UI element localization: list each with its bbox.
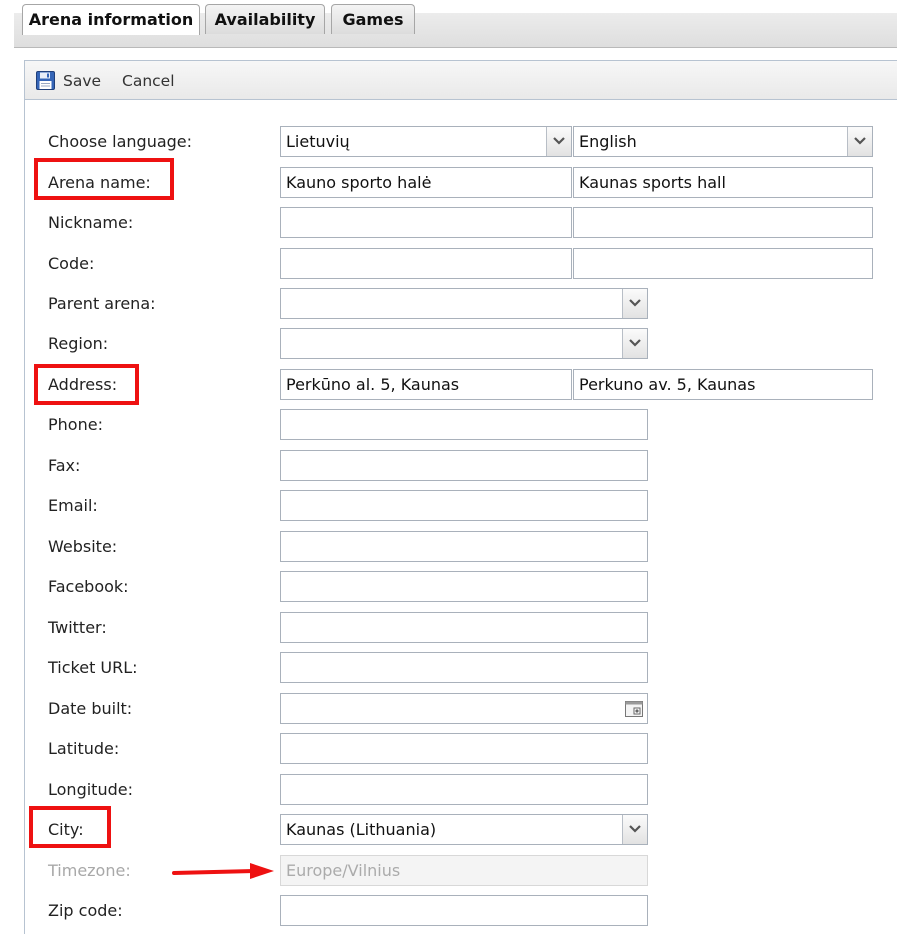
zip-code-input[interactable] <box>280 895 648 926</box>
city-select[interactable]: Kaunas (Lithuania) <box>280 814 648 845</box>
city-value: Kaunas (Lithuania) <box>286 820 437 839</box>
arena-name-input-secondary[interactable]: Kaunas sports hall <box>573 167 873 198</box>
address-input-primary[interactable]: Perkūno al. 5, Kaunas <box>280 369 572 400</box>
website-input[interactable] <box>280 531 648 562</box>
save-label: Save <box>63 72 102 90</box>
parent-arena-select[interactable] <box>280 288 648 319</box>
latitude-label: Latitude: <box>48 739 120 758</box>
nickname-label: Nickname: <box>48 213 134 232</box>
tab-games[interactable]: Games <box>331 4 415 34</box>
phone-label: Phone: <box>48 415 103 434</box>
longitude-input[interactable] <box>280 774 648 805</box>
zip-code-label: Zip code: <box>48 901 123 920</box>
chevron-down-icon[interactable] <box>546 127 571 156</box>
twitter-label: Twitter: <box>48 618 107 637</box>
chevron-down-icon[interactable] <box>622 289 647 318</box>
cancel-label: Cancel <box>122 72 175 90</box>
code-label: Code: <box>48 254 95 273</box>
arena-name-input-primary[interactable]: Kauno sporto halė <box>280 167 572 198</box>
website-label: Website: <box>48 537 118 556</box>
toolbar: Save Cancel <box>24 60 897 100</box>
ticket-url-label: Ticket URL: <box>48 658 138 677</box>
save-button[interactable]: Save <box>25 61 105 99</box>
date-built-input[interactable] <box>280 693 648 724</box>
phone-input[interactable] <box>280 409 648 440</box>
latitude-input[interactable] <box>280 733 648 764</box>
code-input-primary[interactable] <box>280 248 572 279</box>
city-highlight <box>29 806 111 848</box>
parent-arena-label: Parent arena: <box>48 294 156 313</box>
arena-name-highlight <box>34 158 174 200</box>
fax-input[interactable] <box>280 450 648 481</box>
tab-availability[interactable]: Availability <box>205 4 325 34</box>
choose-language-label: Choose language: <box>48 132 193 151</box>
chevron-down-icon[interactable] <box>847 127 872 156</box>
timezone-input: Europe/Vilnius <box>280 855 648 886</box>
region-label: Region: <box>48 334 109 353</box>
twitter-input[interactable] <box>280 612 648 643</box>
address-highlight <box>34 364 139 405</box>
calendar-icon[interactable] <box>621 694 647 723</box>
region-select[interactable] <box>280 328 648 359</box>
tab-arena-information[interactable]: Arena information <box>22 4 200 35</box>
code-input-secondary[interactable] <box>573 248 873 279</box>
arrow-right-icon <box>172 863 274 879</box>
facebook-input[interactable] <box>280 571 648 602</box>
language-primary-value: Lietuvių <box>286 132 350 151</box>
ticket-url-input[interactable] <box>280 652 648 683</box>
date-built-label: Date built: <box>48 699 133 718</box>
floppy-disk-icon <box>36 71 55 90</box>
language-secondary-value: English <box>579 132 637 151</box>
address-input-secondary[interactable]: Perkuno av. 5, Kaunas <box>573 369 873 400</box>
chevron-down-icon[interactable] <box>622 815 647 844</box>
email-input[interactable] <box>280 490 648 521</box>
language-select-secondary[interactable]: English <box>573 126 873 157</box>
longitude-label: Longitude: <box>48 780 133 799</box>
nickname-input-secondary[interactable] <box>573 207 873 238</box>
fax-label: Fax: <box>48 456 81 475</box>
email-label: Email: <box>48 496 98 515</box>
language-select-primary[interactable]: Lietuvių <box>280 126 572 157</box>
nickname-input-primary[interactable] <box>280 207 572 238</box>
cancel-button[interactable]: Cancel <box>122 61 182 99</box>
chevron-down-icon[interactable] <box>622 329 647 358</box>
facebook-label: Facebook: <box>48 577 129 596</box>
timezone-label: Timezone: <box>48 861 131 880</box>
